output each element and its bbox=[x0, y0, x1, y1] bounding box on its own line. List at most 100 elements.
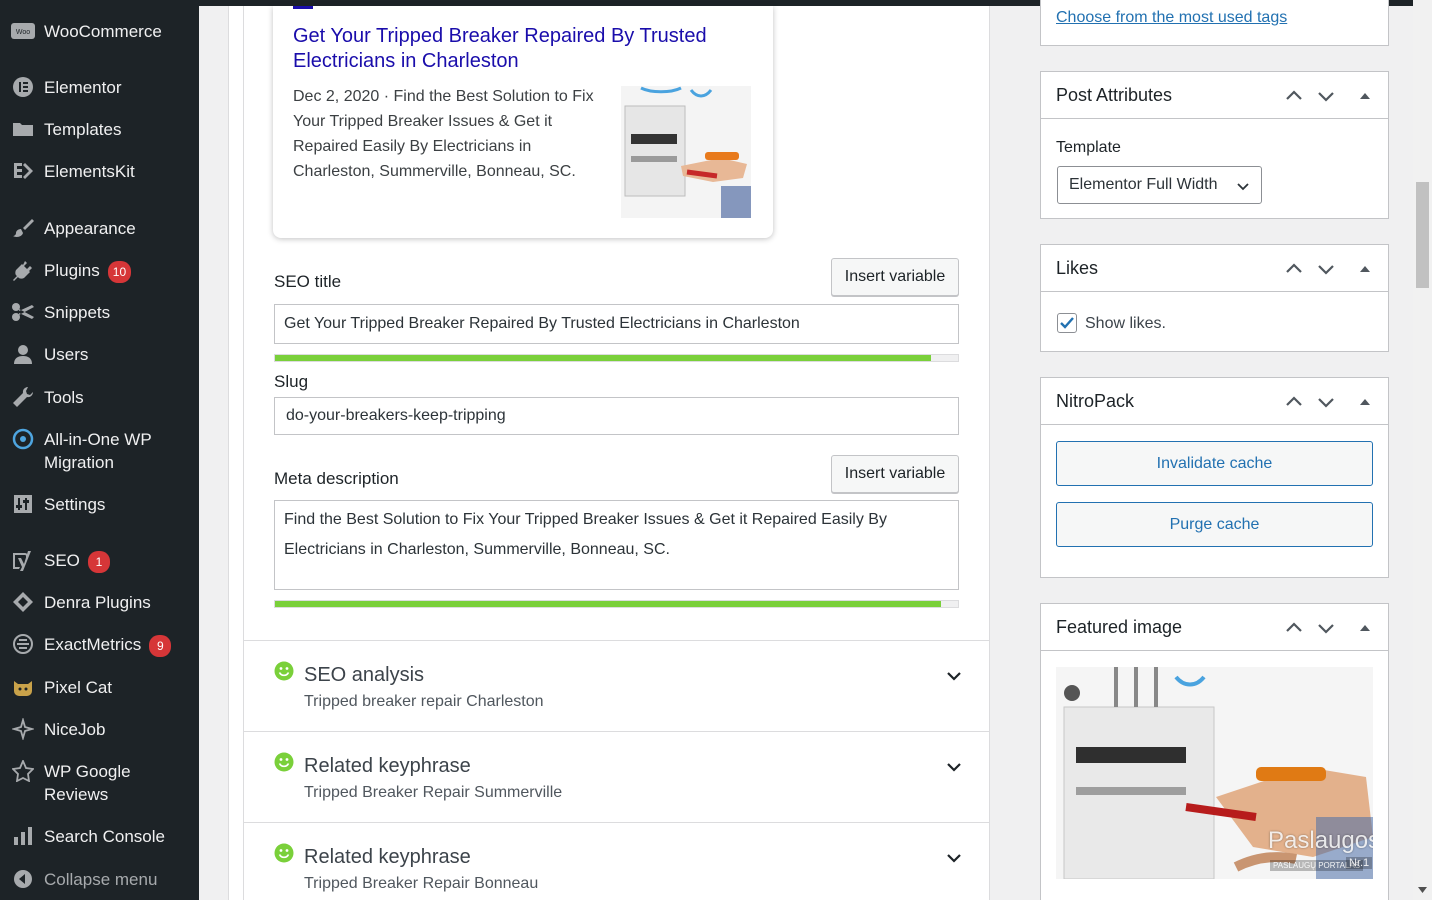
chevron-down-icon[interactable] bbox=[944, 848, 964, 868]
good-score-smiley-icon bbox=[274, 661, 294, 681]
seo-title-progress-fill bbox=[275, 355, 931, 361]
exactmetrics-badge: 9 bbox=[149, 634, 172, 657]
sidebar-item-tools[interactable]: Tools bbox=[0, 386, 199, 409]
slug-input[interactable]: do-your-breakers-keep-tripping bbox=[274, 397, 959, 435]
elementor-icon bbox=[10, 76, 36, 98]
sidebar-collapse-menu[interactable]: Collapse menu bbox=[0, 868, 199, 891]
seo-label: SEO bbox=[44, 551, 80, 570]
panel-header[interactable]: Post Attributes bbox=[1041, 72, 1388, 119]
likes-panel: Likes Show likes. bbox=[1040, 244, 1389, 352]
panel-title: NitroPack bbox=[1056, 391, 1135, 411]
snippets-icon bbox=[10, 301, 36, 323]
chevron-up-icon[interactable] bbox=[1284, 618, 1304, 638]
panel-title: Post Attributes bbox=[1056, 85, 1173, 105]
sidebar-item-elementor[interactable]: Elementor bbox=[0, 76, 199, 99]
sidebar-item-pixel-cat[interactable]: Pixel Cat bbox=[0, 676, 199, 699]
template-select[interactable]: Elementor Full Width bbox=[1057, 166, 1262, 204]
preview-title[interactable]: Get Your Tripped Breaker Repaired By Tru… bbox=[293, 24, 733, 74]
chevron-up-icon[interactable] bbox=[1284, 392, 1304, 412]
sidebar-item-templates[interactable]: Templates bbox=[0, 118, 199, 141]
panel-title: Featured image bbox=[1056, 617, 1183, 637]
purge-cache-button[interactable]: Purge cache bbox=[1056, 502, 1373, 547]
seo-title-input[interactable]: Get Your Tripped Breaker Repaired By Tru… bbox=[274, 304, 959, 344]
folder-icon bbox=[10, 118, 36, 140]
chevron-down-icon[interactable] bbox=[944, 666, 964, 686]
show-likes-checkbox[interactable] bbox=[1057, 313, 1077, 333]
chevron-up-icon[interactable] bbox=[1284, 259, 1304, 279]
chevron-down-icon[interactable] bbox=[1316, 259, 1336, 279]
template-label: Template bbox=[1056, 139, 1121, 156]
collapse-icon bbox=[10, 868, 36, 890]
collapse-triangle-icon[interactable] bbox=[1355, 86, 1375, 106]
featured-image-panel: Featured image Paslaugos.lt PASLAUGŲ POR… bbox=[1040, 603, 1389, 900]
page-scrollbar[interactable] bbox=[1413, 0, 1432, 900]
tags-panel: Choose from the most used tags bbox=[1040, 0, 1389, 46]
panel-header[interactable]: Likes bbox=[1041, 245, 1388, 292]
meta-description-insert-variable-button[interactable]: Insert variable bbox=[831, 455, 959, 493]
post-attributes-panel: Post Attributes Template Elementor Full … bbox=[1040, 71, 1389, 219]
sidebar-item-denra-plugins[interactable]: Denra Plugins bbox=[0, 591, 199, 614]
seo-title-label: SEO title bbox=[274, 272, 342, 291]
section-keyphrase: Tripped Breaker Repair Bonneau bbox=[304, 875, 539, 892]
slug-label: Slug bbox=[274, 372, 309, 391]
chevron-down-icon[interactable] bbox=[1316, 618, 1336, 638]
featured-image-thumbnail[interactable]: Paslaugos.lt PASLAUGŲ PORTALAS Nr.1 bbox=[1056, 667, 1373, 879]
panel-header[interactable]: Featured image bbox=[1041, 604, 1388, 651]
sidebar-item-woocommerce[interactable]: Woo WooCommerce bbox=[0, 20, 199, 43]
chevron-down-icon bbox=[1237, 183, 1249, 191]
section-title: SEO analysis bbox=[304, 664, 425, 686]
meta-description-textarea[interactable]: Find the Best Solution to Fix Your Tripp… bbox=[274, 500, 959, 590]
chevron-down-icon[interactable] bbox=[944, 757, 964, 777]
settings-icon bbox=[10, 493, 36, 515]
chevron-up-icon[interactable] bbox=[1284, 86, 1304, 106]
user-icon bbox=[10, 343, 36, 365]
plugins-label: Plugins bbox=[44, 261, 100, 280]
sidebar-item-settings[interactable]: Settings bbox=[0, 493, 199, 516]
seo-title-insert-variable-button[interactable]: Insert variable bbox=[831, 258, 959, 296]
checkmark-icon bbox=[1060, 317, 1074, 329]
panel-title: Likes bbox=[1056, 258, 1099, 278]
good-score-smiley-icon bbox=[274, 752, 294, 772]
preview-description: Dec 2, 2020 · Find the Best Solution to … bbox=[293, 88, 594, 180]
plug-icon bbox=[10, 259, 36, 281]
collapse-triangle-icon[interactable] bbox=[1355, 259, 1375, 279]
sidebar-item-wp-google-reviews[interactable]: WP Google Reviews bbox=[0, 760, 199, 806]
seo-title-length-progress bbox=[274, 354, 959, 362]
panel-header[interactable]: NitroPack bbox=[1041, 378, 1388, 425]
denra-icon bbox=[10, 591, 36, 613]
elementskit-icon bbox=[10, 160, 36, 182]
scroll-down-arrow-icon[interactable] bbox=[1418, 886, 1427, 894]
nitropack-panel: NitroPack Invalidate cache Purge cache bbox=[1040, 377, 1389, 578]
related-keyphrase-section-1[interactable]: Related keyphrase Tripped Breaker Repair… bbox=[244, 731, 989, 822]
sidebar-item-plugins[interactable]: Plugins 10 bbox=[0, 259, 199, 283]
chevron-down-icon[interactable] bbox=[1316, 392, 1336, 412]
section-title: Related keyphrase bbox=[304, 846, 471, 868]
most-used-tags-link[interactable]: Choose from the most used tags bbox=[1056, 9, 1287, 27]
invalidate-cache-button[interactable]: Invalidate cache bbox=[1056, 441, 1373, 486]
sidebar-item-migration[interactable]: All-in-One WP Migration bbox=[0, 428, 199, 474]
related-keyphrase-section-2[interactable]: Related keyphrase Tripped Breaker Repair… bbox=[244, 822, 989, 900]
plugins-update-badge: 10 bbox=[107, 260, 132, 283]
sidebar-item-appearance[interactable]: Appearance bbox=[0, 217, 199, 240]
scrollbar-thumb[interactable] bbox=[1416, 182, 1429, 288]
collapse-triangle-icon[interactable] bbox=[1355, 618, 1375, 638]
meta-description-progress-fill bbox=[275, 601, 941, 607]
yoast-icon bbox=[10, 549, 36, 571]
woocommerce-icon: Woo bbox=[10, 20, 36, 42]
admin-sidebar: Woo WooCommerce Elementor Templates Elem… bbox=[0, 0, 199, 900]
section-keyphrase: Tripped Breaker Repair Summerville bbox=[304, 784, 563, 801]
sidebar-item-nicejob[interactable]: NiceJob bbox=[0, 718, 199, 741]
google-snippet-preview[interactable]: Get Your Tripped Breaker Repaired By Tru… bbox=[273, 6, 773, 238]
section-title: Related keyphrase bbox=[304, 755, 471, 777]
show-likes-label: Show likes. bbox=[1085, 315, 1166, 332]
sidebar-item-seo[interactable]: SEO 1 bbox=[0, 549, 199, 573]
collapse-triangle-icon[interactable] bbox=[1355, 392, 1375, 412]
sidebar-item-search-console[interactable]: Search Console bbox=[0, 825, 199, 848]
sidebar-item-elementskit[interactable]: ElementsKit bbox=[0, 160, 199, 183]
sidebar-item-snippets[interactable]: Snippets bbox=[0, 301, 199, 324]
sidebar-item-exactmetrics[interactable]: ExactMetrics 9 bbox=[0, 633, 199, 657]
paintbrush-icon bbox=[10, 217, 36, 239]
sidebar-item-users[interactable]: Users bbox=[0, 343, 199, 366]
seo-analysis-section[interactable]: SEO analysis Tripped breaker repair Char… bbox=[244, 640, 989, 731]
chevron-down-icon[interactable] bbox=[1316, 86, 1336, 106]
